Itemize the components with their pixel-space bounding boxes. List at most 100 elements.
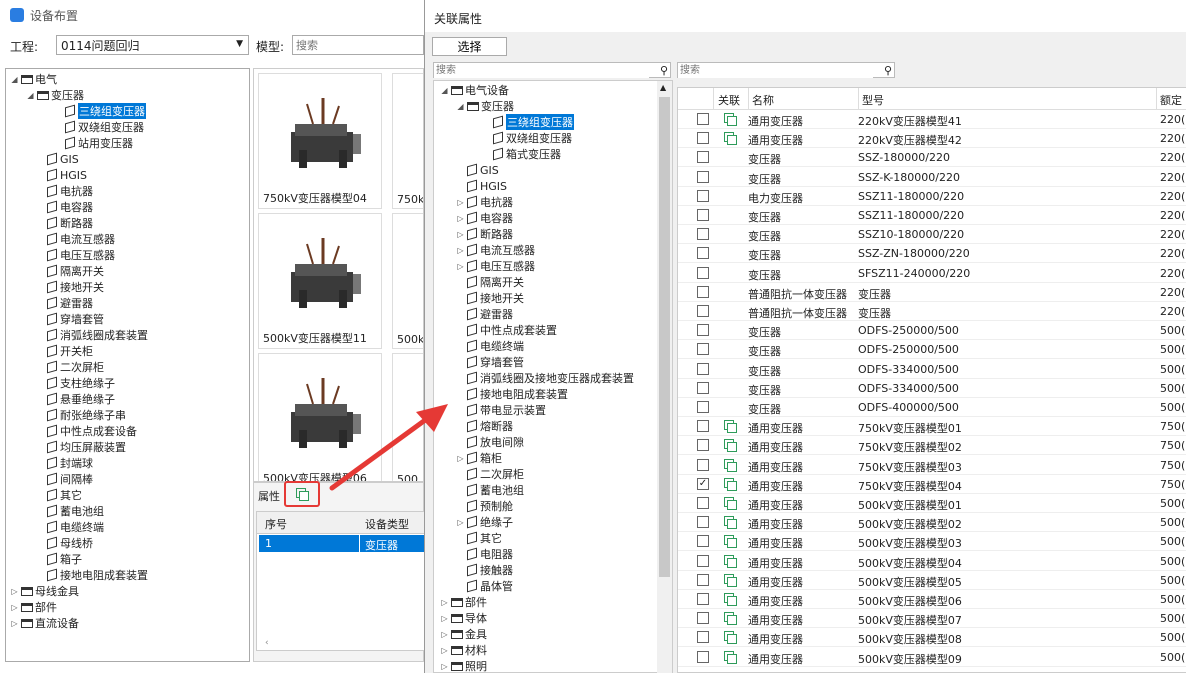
tree-item[interactable]: 断路器 bbox=[36, 215, 93, 231]
table-row[interactable]: 通用变压器 500kV变压器模型03 500( bbox=[678, 532, 1186, 552]
collapsed-arrow-icon[interactable]: ▷ bbox=[10, 603, 19, 612]
table-row[interactable]: 普通阻抗一体变压器 变压器 220( bbox=[678, 283, 1186, 302]
table-row[interactable]: 变压器 ODFS-250000/500 500( bbox=[678, 340, 1186, 360]
table-row[interactable]: 通用变压器 500kV变压器模型09 500( bbox=[678, 648, 1186, 667]
tree-item[interactable]: 封端球 bbox=[36, 455, 93, 471]
tree-item[interactable]: 站用变压器 bbox=[54, 135, 133, 151]
tree-item[interactable]: 接地开关 bbox=[456, 290, 524, 306]
tree-item[interactable]: ▷ 电容器 bbox=[456, 210, 513, 226]
tree-item[interactable]: 二次屏柜 bbox=[36, 359, 104, 375]
tree-item[interactable]: 隔离开关 bbox=[456, 274, 524, 290]
tree-item[interactable]: 箱子 bbox=[36, 551, 82, 567]
tree-item[interactable]: 其它 bbox=[456, 530, 502, 546]
tree-item[interactable]: ◢ 电气设备 bbox=[440, 82, 509, 98]
tree-item[interactable]: 双绕组变压器 bbox=[482, 130, 572, 146]
expanded-arrow-icon[interactable]: ◢ bbox=[440, 86, 449, 95]
tree-item[interactable]: 电压互感器 bbox=[36, 247, 115, 263]
scrollbar-thumb[interactable] bbox=[659, 97, 670, 577]
row-checkbox[interactable] bbox=[697, 228, 709, 241]
row-checkbox[interactable] bbox=[697, 285, 709, 298]
tree-item[interactable]: 蓄电池组 bbox=[36, 503, 104, 519]
table-row[interactable]: 变压器 SSZ-ZN-180000/220 220( bbox=[678, 244, 1186, 264]
collapsed-arrow-icon[interactable]: ▷ bbox=[456, 230, 465, 239]
table-row[interactable]: 变压器 SFSZ11-240000/220 220( bbox=[678, 264, 1186, 283]
expanded-arrow-icon[interactable]: ◢ bbox=[456, 102, 465, 111]
row-checkbox[interactable] bbox=[697, 573, 709, 586]
tree-item[interactable]: ◢ 变压器 bbox=[456, 98, 514, 114]
table-row[interactable]: 变压器 SSZ-180000/220 220( bbox=[678, 148, 1186, 168]
tree-item[interactable]: 避雷器 bbox=[456, 306, 513, 322]
row-checkbox[interactable] bbox=[697, 343, 709, 356]
collapsed-arrow-icon[interactable]: ▷ bbox=[440, 662, 449, 671]
tree-item[interactable]: 穿墙套管 bbox=[456, 354, 524, 370]
table-row[interactable]: 通用变压器 220kV变压器模型41 220( bbox=[678, 110, 1186, 129]
tree-item[interactable]: 带电显示装置 bbox=[456, 402, 546, 418]
model-thumbnail[interactable]: 500kV变压器模型11 bbox=[258, 213, 382, 349]
row-checkbox[interactable] bbox=[697, 420, 709, 433]
tree-item[interactable]: 隔离开关 bbox=[36, 263, 104, 279]
table-row[interactable]: 变压器 ODFS-334000/500 500( bbox=[678, 379, 1186, 398]
tree-item[interactable]: ▷ 照明 bbox=[440, 658, 487, 672]
tree-item[interactable]: GIS bbox=[36, 151, 79, 167]
tree-item[interactable]: 接触器 bbox=[456, 562, 513, 578]
row-checkbox[interactable] bbox=[697, 497, 709, 509]
tree-item[interactable]: ▷ 电压互感器 bbox=[456, 258, 535, 274]
table-row[interactable]: ✓ 通用变压器 750kV变压器模型04 750( bbox=[678, 475, 1186, 494]
row-checkbox[interactable] bbox=[697, 247, 709, 260]
tree-item[interactable]: ◢ 电气 bbox=[10, 71, 57, 87]
device-tree[interactable]: ◢ 电气 ◢ 变压器 三绕组变压器 双绕组变压器 站用变压器 GIS HGIS 电抗器 电容器 断路器… bbox=[5, 68, 250, 662]
row-checkbox[interactable] bbox=[697, 458, 709, 471]
row-checkbox[interactable] bbox=[697, 324, 709, 337]
tree-item[interactable]: ▷ 母线金具 bbox=[10, 583, 79, 599]
table-row[interactable]: 通用变压器 220kV变压器模型42 220( bbox=[678, 129, 1186, 149]
row-checkbox[interactable] bbox=[697, 612, 709, 625]
tree-scrollbar[interactable]: ▲ bbox=[657, 81, 672, 673]
collapsed-arrow-icon[interactable]: ▷ bbox=[440, 646, 449, 655]
tree-item[interactable]: 电容器 bbox=[36, 199, 93, 215]
row-checkbox[interactable] bbox=[697, 362, 709, 375]
scroll-left-icon[interactable]: ‹ bbox=[265, 638, 269, 648]
tree-item[interactable]: 其它 bbox=[36, 487, 82, 503]
tree-item[interactable]: 箱式变压器 bbox=[482, 146, 561, 162]
table-row[interactable]: 变压器 SSZ11-180000/220 220( bbox=[678, 206, 1186, 225]
tree-item[interactable]: ▷ 直流设备 bbox=[10, 615, 79, 631]
row-checkbox[interactable] bbox=[697, 189, 709, 202]
tree-search-box[interactable]: ⚲ bbox=[433, 62, 671, 78]
row-checkbox[interactable] bbox=[697, 554, 709, 567]
tree-item[interactable]: GIS bbox=[456, 162, 499, 178]
model-thumbnail[interactable]: 500k bbox=[392, 213, 423, 349]
collapsed-arrow-icon[interactable]: ◢ bbox=[26, 91, 35, 100]
model-thumbnail[interactable]: 500kV变压器模型06 bbox=[258, 353, 382, 481]
tree-item[interactable]: 电流互感器 bbox=[36, 231, 115, 247]
table-row[interactable]: 变压器 ODFS-334000/500 500( bbox=[678, 360, 1186, 379]
tree-item[interactable]: 放电间隙 bbox=[456, 434, 524, 450]
table-row[interactable]: 通用变压器 500kV变压器模型06 500( bbox=[678, 590, 1186, 609]
collapsed-arrow-icon[interactable]: ▷ bbox=[440, 614, 449, 623]
tree-item[interactable]: 间隔棒 bbox=[36, 471, 93, 487]
tree-item[interactable]: 接地开关 bbox=[36, 279, 104, 295]
tree-item[interactable]: 避雷器 bbox=[36, 295, 93, 311]
table-row[interactable]: 通用变压器 750kV变压器模型03 750( bbox=[678, 456, 1186, 475]
row-checkbox[interactable] bbox=[697, 266, 709, 279]
table-row[interactable]: 通用变压器 750kV变压器模型02 750( bbox=[678, 436, 1186, 456]
tree-item[interactable]: ▷ 金具 bbox=[440, 626, 487, 642]
tree-search-input[interactable] bbox=[434, 63, 649, 78]
row-checkbox[interactable] bbox=[697, 401, 709, 413]
table-search-box[interactable]: ⚲ bbox=[677, 62, 895, 78]
tree-item[interactable]: 消弧线圈及接地变压器成套装置 bbox=[456, 370, 634, 386]
tree-item[interactable]: 蓄电池组 bbox=[456, 482, 524, 498]
row-checkbox[interactable] bbox=[697, 209, 709, 221]
select-button[interactable]: 选择 bbox=[432, 37, 507, 56]
tree-item[interactable]: ▷ 材料 bbox=[440, 642, 487, 658]
row-checkbox[interactable] bbox=[697, 113, 709, 125]
tree-item[interactable]: 电缆终端 bbox=[456, 338, 524, 354]
model-search-input[interactable] bbox=[292, 35, 424, 55]
model-thumbnail[interactable]: 750kV变压器模型04 bbox=[258, 73, 382, 209]
tree-item[interactable]: 均压屏蔽装置 bbox=[36, 439, 126, 455]
properties-row[interactable]: 1 变压器 bbox=[259, 535, 425, 552]
tree-item[interactable]: 晶体管 bbox=[456, 578, 513, 594]
tree-item[interactable]: 母线桥 bbox=[36, 535, 93, 551]
row-checkbox[interactable]: ✓ bbox=[697, 477, 709, 490]
tree-item[interactable]: ▷ 断路器 bbox=[456, 226, 513, 242]
table-row[interactable]: 通用变压器 500kV变压器模型01 500( bbox=[678, 494, 1186, 513]
